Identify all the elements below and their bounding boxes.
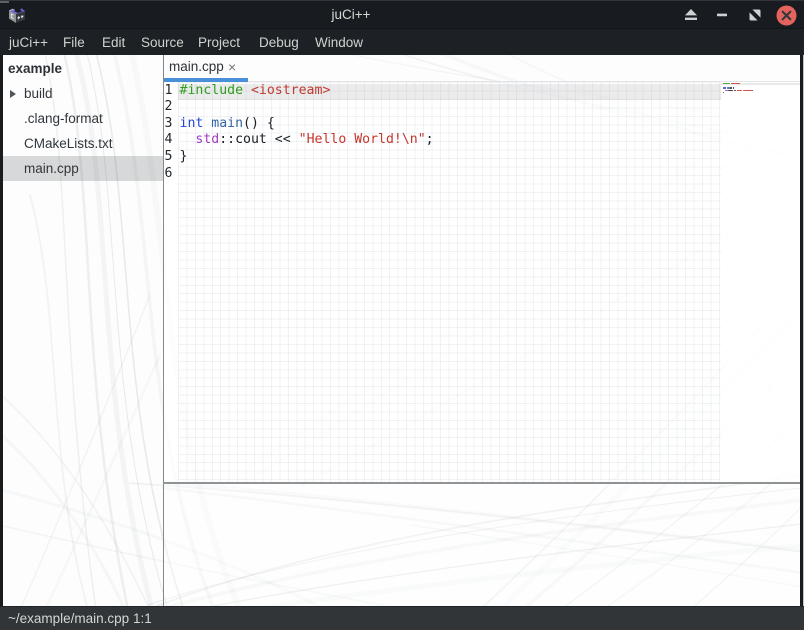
jucipp-window: juCi++ juCi++FileEditSourceProj [0,0,804,630]
minimap-token [734,90,736,91]
tabbar: main.cpp × [164,55,800,82]
titlebar[interactable]: juCi++ [0,0,804,28]
tree-item-cmakelists-txt[interactable]: CMakeLists.txt [3,131,163,156]
minimap-token [752,90,753,91]
tab-label: main.cpp [169,55,224,79]
code-editor[interactable]: 1 #include <iostream> 23 int main() { 4 std:… [164,82,721,482]
code-line-5: } [180,149,188,166]
token-pln: } [180,149,188,164]
close-icon [776,5,797,26]
project-root-row[interactable]: example [3,56,163,81]
terminal-pane[interactable] [164,484,800,607]
token-inc: #include [180,82,244,97]
tree-item--clang-format[interactable]: .clang-format [3,106,163,131]
token-pln [180,132,196,147]
close-button[interactable] [773,1,799,29]
minimap-token [728,90,734,91]
menu-project[interactable]: Project [198,29,240,56]
tree-item-build[interactable]: build [3,81,163,106]
code-line-4: std::cout << "Hello World!\n"; [180,132,434,149]
minimap-token [743,90,751,91]
shade-icon [684,9,698,21]
menu-window[interactable]: Window [315,29,363,56]
jucipp-logo-icon [8,5,26,24]
window-title: juCi++ [331,1,370,29]
menu-debug[interactable]: Debug [259,29,299,56]
tree-item-label: .clang-format [24,106,103,131]
token-str: "Hello World!\n" [299,132,426,147]
code-line-3: int main() { [180,116,275,133]
token-pln: () { [243,116,275,131]
line-number: 1 [164,82,173,99]
shade-window-button[interactable] [678,1,704,29]
minimap-token [733,87,734,88]
statusbar: ~/example/main.cpp 1:1 [0,606,804,630]
line-number: 5 [164,149,173,166]
expander-triangle-icon[interactable] [10,90,16,98]
maximize-icon [749,9,761,21]
minimap-token [723,87,726,88]
minimize-icon [716,13,728,17]
titlebar-corner-highlight [0,1,9,3]
tree-item-label: build [24,81,53,106]
status-file-position: ~/example/main.cpp 1:1 [8,607,152,631]
content-area: example build.clang-formatCMakeLists.txt… [0,55,804,606]
minimize-button[interactable] [709,1,735,29]
minimap-token [730,87,732,88]
minimap[interactable] [721,82,800,482]
token-hdr: <iostream> [251,82,330,97]
menu-edit[interactable]: Edit [102,29,125,56]
project-root-label: example [8,56,62,81]
file-tree-sidebar: example build.clang-formatCMakeLists.txt… [3,55,163,606]
tree-item-label: CMakeLists.txt [24,131,113,156]
minimap-token [737,90,743,91]
menubar: juCi++ File Edit Source Project Debug Window [0,28,804,55]
tree-item-label: main.cpp [24,156,79,181]
token-fn: main [211,116,243,131]
line-number: 3 [164,116,173,133]
token-pln: ::cout << [219,132,298,147]
token-ns: std [195,132,219,147]
token-typ: int [180,116,204,131]
code-line-1: #include <iostream> [180,82,331,99]
token-pln [203,116,211,131]
menu-juci[interactable]: juCi++ [9,29,48,56]
line-number: 4 [164,132,173,149]
token-pln: ; [426,132,434,147]
maximize-button[interactable] [742,1,768,29]
menu-source[interactable]: Source [141,29,184,56]
tab-close-icon[interactable]: × [228,55,236,79]
minimap-token [723,92,724,93]
line-number: 6 [164,166,173,183]
menu-file[interactable]: File [63,29,85,56]
tree-item-main-cpp[interactable]: main.cpp [3,156,163,181]
line-number: 2 [164,99,173,116]
